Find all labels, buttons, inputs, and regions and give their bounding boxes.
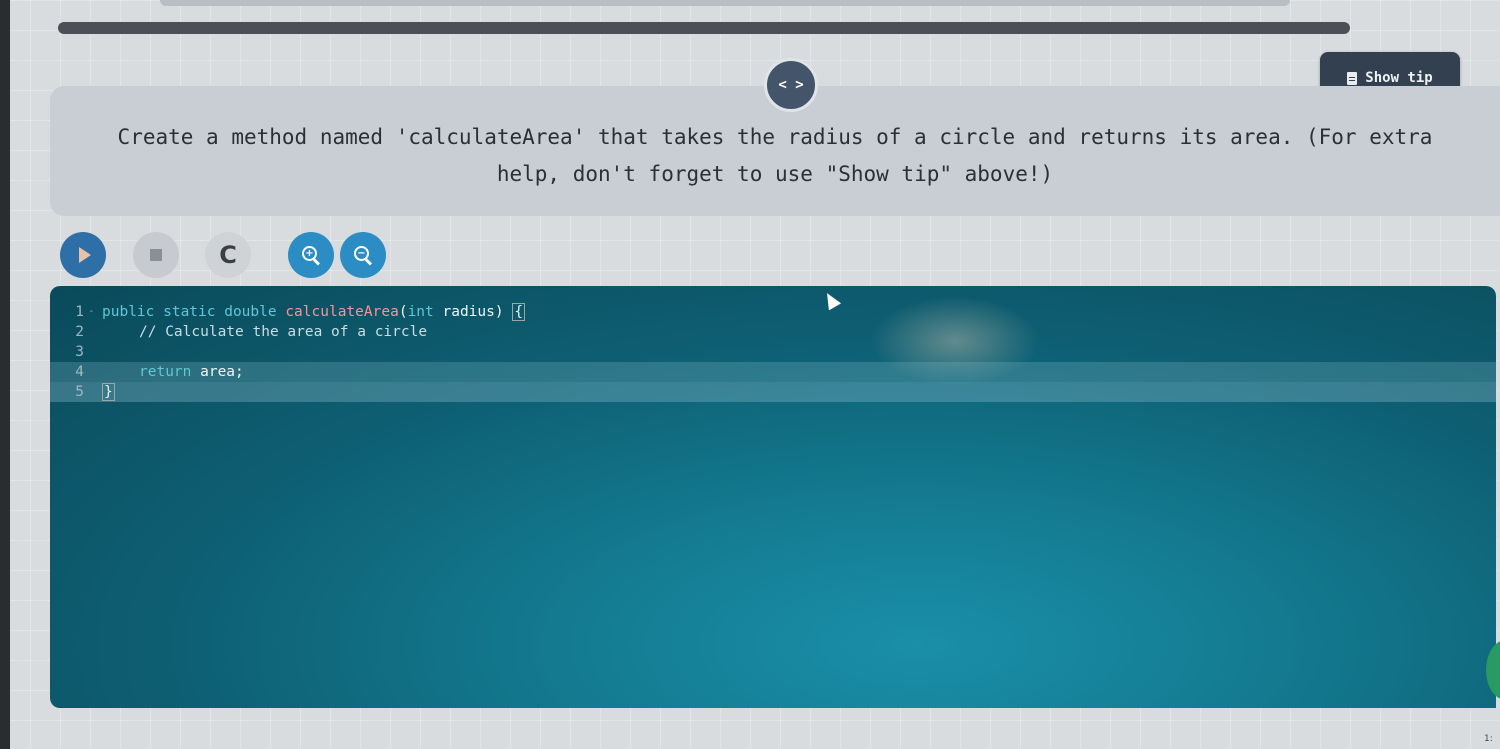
play-icon [79, 247, 91, 263]
return-keyword: return [139, 364, 192, 380]
run-button[interactable] [60, 232, 106, 278]
line-number: 2 [75, 324, 84, 340]
return-value-token: area; [191, 364, 244, 380]
code-line-2[interactable]: 2 // Calculate the area of a circle [50, 322, 1496, 342]
code-line-1[interactable]: 1 public static double calculateArea(int… [50, 302, 1496, 322]
zoom-out-icon: − [354, 246, 373, 266]
code-line-4[interactable]: 4 return area; [50, 362, 1496, 382]
comment-token: // Calculate the area of a circle [139, 324, 428, 340]
line-number: 5 [75, 384, 84, 400]
corner-clock-text: 1: [1484, 734, 1493, 744]
close-brace-token: } [102, 383, 115, 401]
refresh-icon: C [219, 241, 237, 269]
window-edge [0, 0, 10, 749]
prompt-text: Create a method named 'calculateArea' th… [117, 125, 1433, 186]
line-number: 3 [75, 344, 84, 360]
open-brace-token: { [512, 303, 526, 321]
reset-button[interactable]: C [205, 232, 251, 278]
code-line-3[interactable]: 3 [50, 342, 1496, 362]
keyword-token: public static double [102, 304, 286, 320]
show-tip-label: Show tip [1365, 70, 1433, 86]
stop-icon [150, 249, 162, 261]
paren-token: ( [398, 304, 408, 320]
code-editor[interactable]: 1 public static double calculateArea(int… [50, 286, 1496, 708]
zoom-in-icon: + [302, 246, 321, 266]
type-token: int [407, 304, 434, 320]
toggle-code-button[interactable]: < > [764, 58, 818, 112]
line-number: 1 [50, 304, 102, 320]
top-bar [160, 0, 1290, 6]
code-line-5[interactable]: 5 } [50, 382, 1496, 402]
code-icon: < > [778, 77, 804, 93]
line-number: 4 [75, 364, 84, 380]
progress-fill [58, 22, 1350, 34]
param-token: radius) [433, 304, 513, 320]
document-icon [1347, 71, 1358, 85]
progress-bar [58, 22, 1350, 34]
stop-button[interactable] [133, 232, 179, 278]
function-name-token: calculateArea [285, 304, 399, 320]
zoom-out-button[interactable]: − [340, 232, 386, 278]
zoom-in-button[interactable]: + [288, 232, 334, 278]
